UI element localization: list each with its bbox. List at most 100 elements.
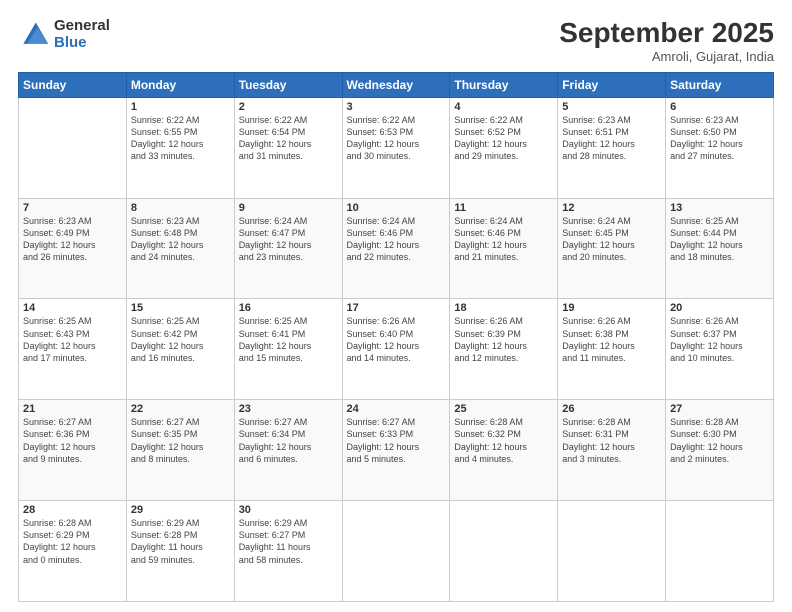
col-header-sunday: Sunday xyxy=(19,72,127,97)
day-number: 16 xyxy=(239,302,338,314)
day-cell: 8Sunrise: 6:23 AM Sunset: 6:48 PM Daylig… xyxy=(126,198,234,299)
day-cell xyxy=(666,501,774,602)
day-info: Sunrise: 6:22 AM Sunset: 6:52 PM Dayligh… xyxy=(454,114,553,163)
day-number: 9 xyxy=(239,202,338,214)
day-info: Sunrise: 6:22 AM Sunset: 6:54 PM Dayligh… xyxy=(239,114,338,163)
day-cell: 26Sunrise: 6:28 AM Sunset: 6:31 PM Dayli… xyxy=(558,400,666,501)
week-row-5: 28Sunrise: 6:28 AM Sunset: 6:29 PM Dayli… xyxy=(19,501,774,602)
day-info: Sunrise: 6:26 AM Sunset: 6:37 PM Dayligh… xyxy=(670,315,769,364)
col-header-thursday: Thursday xyxy=(450,72,558,97)
day-info: Sunrise: 6:26 AM Sunset: 6:39 PM Dayligh… xyxy=(454,315,553,364)
day-cell xyxy=(19,97,127,198)
day-cell: 5Sunrise: 6:23 AM Sunset: 6:51 PM Daylig… xyxy=(558,97,666,198)
day-cell: 25Sunrise: 6:28 AM Sunset: 6:32 PM Dayli… xyxy=(450,400,558,501)
day-number: 25 xyxy=(454,403,553,415)
subtitle: Amroli, Gujarat, India xyxy=(559,49,774,64)
day-number: 10 xyxy=(347,202,446,214)
day-cell: 20Sunrise: 6:26 AM Sunset: 6:37 PM Dayli… xyxy=(666,299,774,400)
day-number: 19 xyxy=(562,302,661,314)
day-number: 27 xyxy=(670,403,769,415)
day-info: Sunrise: 6:24 AM Sunset: 6:47 PM Dayligh… xyxy=(239,215,338,264)
day-number: 20 xyxy=(670,302,769,314)
day-cell: 17Sunrise: 6:26 AM Sunset: 6:40 PM Dayli… xyxy=(342,299,450,400)
day-info: Sunrise: 6:22 AM Sunset: 6:53 PM Dayligh… xyxy=(347,114,446,163)
day-info: Sunrise: 6:27 AM Sunset: 6:34 PM Dayligh… xyxy=(239,416,338,465)
day-cell: 12Sunrise: 6:24 AM Sunset: 6:45 PM Dayli… xyxy=(558,198,666,299)
page: General Blue September 2025 Amroli, Guja… xyxy=(0,0,792,612)
day-cell: 14Sunrise: 6:25 AM Sunset: 6:43 PM Dayli… xyxy=(19,299,127,400)
logo-text: General Blue xyxy=(54,18,110,51)
week-row-1: 1Sunrise: 6:22 AM Sunset: 6:55 PM Daylig… xyxy=(19,97,774,198)
day-cell: 3Sunrise: 6:22 AM Sunset: 6:53 PM Daylig… xyxy=(342,97,450,198)
day-cell: 6Sunrise: 6:23 AM Sunset: 6:50 PM Daylig… xyxy=(666,97,774,198)
title-block: September 2025 Amroli, Gujarat, India xyxy=(559,18,774,64)
day-info: Sunrise: 6:27 AM Sunset: 6:33 PM Dayligh… xyxy=(347,416,446,465)
day-info: Sunrise: 6:23 AM Sunset: 6:48 PM Dayligh… xyxy=(131,215,230,264)
day-number: 29 xyxy=(131,504,230,516)
day-cell: 16Sunrise: 6:25 AM Sunset: 6:41 PM Dayli… xyxy=(234,299,342,400)
day-info: Sunrise: 6:23 AM Sunset: 6:49 PM Dayligh… xyxy=(23,215,122,264)
day-number: 26 xyxy=(562,403,661,415)
day-cell: 30Sunrise: 6:29 AM Sunset: 6:27 PM Dayli… xyxy=(234,501,342,602)
day-info: Sunrise: 6:27 AM Sunset: 6:35 PM Dayligh… xyxy=(131,416,230,465)
day-info: Sunrise: 6:29 AM Sunset: 6:27 PM Dayligh… xyxy=(239,517,338,566)
day-info: Sunrise: 6:24 AM Sunset: 6:46 PM Dayligh… xyxy=(347,215,446,264)
day-number: 4 xyxy=(454,101,553,113)
day-cell: 27Sunrise: 6:28 AM Sunset: 6:30 PM Dayli… xyxy=(666,400,774,501)
day-info: Sunrise: 6:24 AM Sunset: 6:46 PM Dayligh… xyxy=(454,215,553,264)
col-header-monday: Monday xyxy=(126,72,234,97)
calendar-header: SundayMondayTuesdayWednesdayThursdayFrid… xyxy=(19,72,774,97)
day-cell: 9Sunrise: 6:24 AM Sunset: 6:47 PM Daylig… xyxy=(234,198,342,299)
logo-general-text: General xyxy=(54,18,110,35)
day-number: 13 xyxy=(670,202,769,214)
day-info: Sunrise: 6:27 AM Sunset: 6:36 PM Dayligh… xyxy=(23,416,122,465)
col-header-saturday: Saturday xyxy=(666,72,774,97)
day-info: Sunrise: 6:29 AM Sunset: 6:28 PM Dayligh… xyxy=(131,517,230,566)
day-number: 23 xyxy=(239,403,338,415)
day-number: 18 xyxy=(454,302,553,314)
day-number: 14 xyxy=(23,302,122,314)
day-cell: 11Sunrise: 6:24 AM Sunset: 6:46 PM Dayli… xyxy=(450,198,558,299)
day-cell: 21Sunrise: 6:27 AM Sunset: 6:36 PM Dayli… xyxy=(19,400,127,501)
day-cell: 28Sunrise: 6:28 AM Sunset: 6:29 PM Dayli… xyxy=(19,501,127,602)
header-row: SundayMondayTuesdayWednesdayThursdayFrid… xyxy=(19,72,774,97)
col-header-friday: Friday xyxy=(558,72,666,97)
day-info: Sunrise: 6:28 AM Sunset: 6:29 PM Dayligh… xyxy=(23,517,122,566)
day-number: 2 xyxy=(239,101,338,113)
day-info: Sunrise: 6:28 AM Sunset: 6:30 PM Dayligh… xyxy=(670,416,769,465)
day-number: 28 xyxy=(23,504,122,516)
day-number: 15 xyxy=(131,302,230,314)
week-row-4: 21Sunrise: 6:27 AM Sunset: 6:36 PM Dayli… xyxy=(19,400,774,501)
day-cell: 22Sunrise: 6:27 AM Sunset: 6:35 PM Dayli… xyxy=(126,400,234,501)
logo-icon xyxy=(18,19,50,51)
day-info: Sunrise: 6:24 AM Sunset: 6:45 PM Dayligh… xyxy=(562,215,661,264)
week-row-3: 14Sunrise: 6:25 AM Sunset: 6:43 PM Dayli… xyxy=(19,299,774,400)
header: General Blue September 2025 Amroli, Guja… xyxy=(18,18,774,64)
day-cell: 4Sunrise: 6:22 AM Sunset: 6:52 PM Daylig… xyxy=(450,97,558,198)
main-title: September 2025 xyxy=(559,18,774,49)
day-number: 5 xyxy=(562,101,661,113)
day-cell: 2Sunrise: 6:22 AM Sunset: 6:54 PM Daylig… xyxy=(234,97,342,198)
day-number: 6 xyxy=(670,101,769,113)
day-number: 17 xyxy=(347,302,446,314)
day-cell: 10Sunrise: 6:24 AM Sunset: 6:46 PM Dayli… xyxy=(342,198,450,299)
day-number: 11 xyxy=(454,202,553,214)
day-info: Sunrise: 6:22 AM Sunset: 6:55 PM Dayligh… xyxy=(131,114,230,163)
day-cell: 24Sunrise: 6:27 AM Sunset: 6:33 PM Dayli… xyxy=(342,400,450,501)
day-info: Sunrise: 6:25 AM Sunset: 6:43 PM Dayligh… xyxy=(23,315,122,364)
logo-blue-text: Blue xyxy=(54,35,110,52)
day-cell: 15Sunrise: 6:25 AM Sunset: 6:42 PM Dayli… xyxy=(126,299,234,400)
day-cell: 7Sunrise: 6:23 AM Sunset: 6:49 PM Daylig… xyxy=(19,198,127,299)
day-info: Sunrise: 6:28 AM Sunset: 6:31 PM Dayligh… xyxy=(562,416,661,465)
day-number: 24 xyxy=(347,403,446,415)
day-cell: 18Sunrise: 6:26 AM Sunset: 6:39 PM Dayli… xyxy=(450,299,558,400)
day-info: Sunrise: 6:25 AM Sunset: 6:44 PM Dayligh… xyxy=(670,215,769,264)
day-number: 22 xyxy=(131,403,230,415)
day-number: 21 xyxy=(23,403,122,415)
day-cell: 13Sunrise: 6:25 AM Sunset: 6:44 PM Dayli… xyxy=(666,198,774,299)
day-number: 3 xyxy=(347,101,446,113)
day-info: Sunrise: 6:23 AM Sunset: 6:51 PM Dayligh… xyxy=(562,114,661,163)
day-number: 30 xyxy=(239,504,338,516)
col-header-tuesday: Tuesday xyxy=(234,72,342,97)
day-cell xyxy=(342,501,450,602)
